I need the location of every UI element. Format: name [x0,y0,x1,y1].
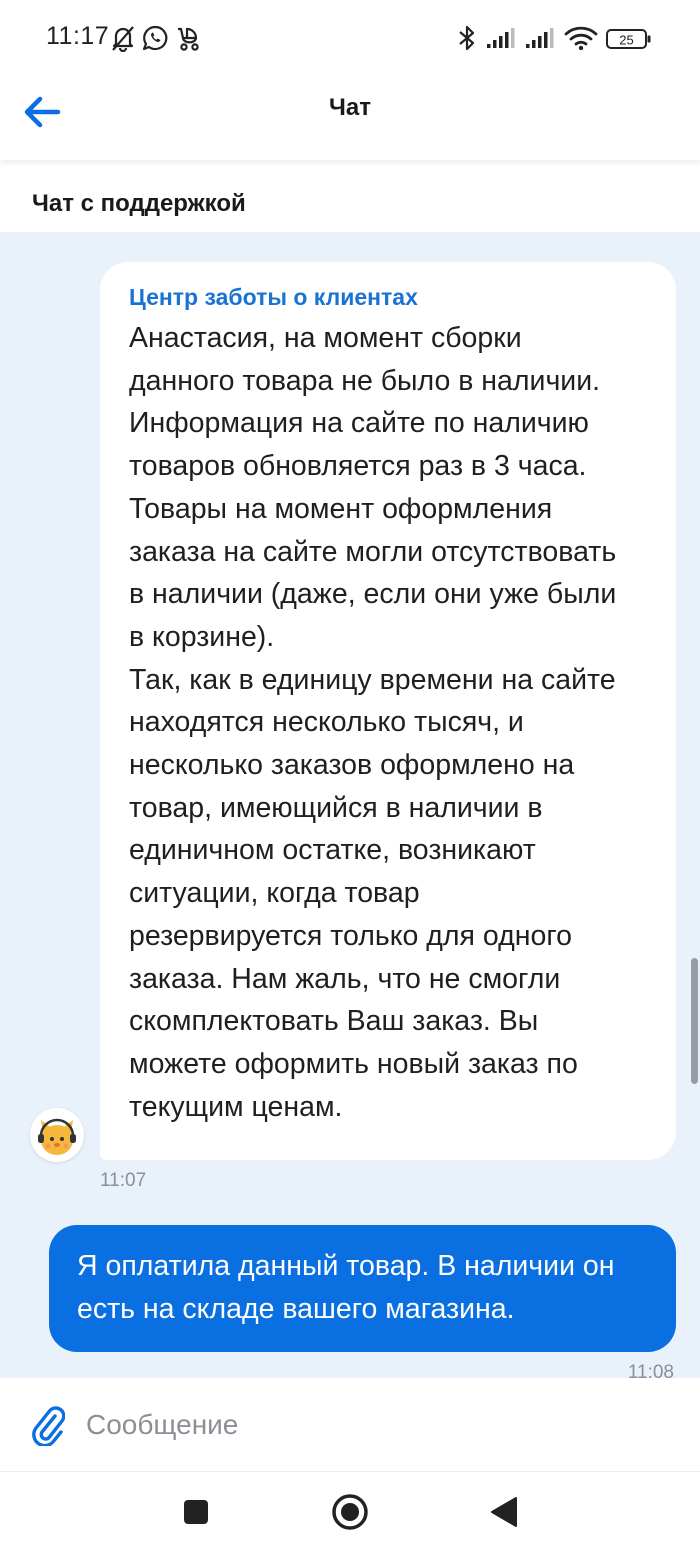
status-bar: 11:17 25 [0,0,700,76]
mute-bell-icon [110,24,136,57]
stroller-icon [174,24,202,57]
bluetooth-icon [456,24,478,57]
message-input[interactable] [86,1400,666,1450]
signal-icon [486,24,520,57]
recents-button[interactable] [176,1494,216,1534]
scrollbar-thumb[interactable] [691,958,698,1084]
back-triangle-icon [488,1495,520,1534]
wifi-icon [564,24,598,57]
message-timestamp: 11:08 [627,1362,674,1378]
attach-button[interactable] [28,1404,68,1450]
back-nav-button[interactable] [484,1494,524,1534]
home-circle-icon [330,1492,370,1537]
recents-square-icon [182,1498,210,1531]
home-button[interactable] [330,1492,370,1537]
incoming-message-bubble[interactable]: Центр заботы о клиентах Анастасия, на мо… [100,262,676,1160]
outgoing-message-text: Я оплатила данный товар. В наличии он ес… [77,1250,615,1325]
message-timestamp: 11:07 [100,1170,147,1191]
support-bot-avatar [30,1108,84,1162]
battery-level: 25 [619,33,633,48]
app-header: Чат [0,76,700,160]
section-title: Чат с поддержкой [32,190,246,217]
page-title: Чат [329,94,371,121]
message-sender-name: Центр заботы о клиентах [129,284,418,310]
outgoing-message-bubble[interactable]: Я оплатила данный товар. В наличии он ес… [49,1225,676,1352]
whatsapp-icon [141,24,169,57]
paperclip-icon [31,1404,66,1451]
chat-message-list[interactable]: Центр заботы о клиентах Анастасия, на мо… [0,232,700,1378]
incoming-message-text: Анастасия, на момент сборки данного това… [129,322,617,1123]
signal-icon [525,24,559,57]
system-nav-bar [0,1472,700,1556]
battery-icon: 25 [606,28,652,55]
status-time: 11:17 [46,22,110,50]
message-composer [0,1378,700,1472]
